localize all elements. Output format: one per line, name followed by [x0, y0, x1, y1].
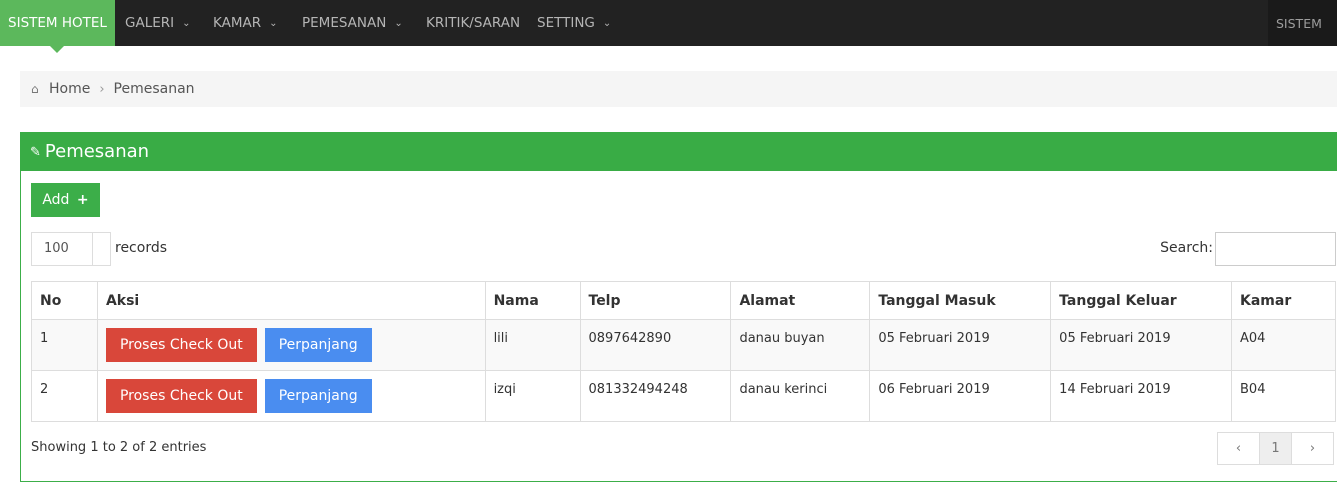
check-out-button[interactable]: Proses Check Out [105, 328, 257, 362]
table-row: 1 Proses Check Out Perpanjang lili 089764… [31, 319, 1336, 371]
panel-header: ✎ Pemesanan [20, 132, 1337, 171]
cell-kamar: A04 [1231, 319, 1336, 371]
cell-tanggal-keluar: 14 Februari 2019 [1050, 370, 1233, 422]
nav-label: PEMESANAN [302, 15, 387, 31]
nav-label: KRITIK/SARAN [426, 15, 521, 31]
edit-icon: ✎ [30, 145, 41, 160]
records-value: 100 [32, 233, 93, 265]
cell-kamar: B04 [1231, 370, 1336, 422]
entries-info: Showing 1 to 2 of 2 entries [31, 440, 207, 455]
records-label: records [115, 240, 168, 256]
nav-label: GALERI [125, 15, 175, 31]
add-button[interactable]: Add + [31, 183, 100, 217]
nav-item-setting[interactable]: SETTING ⌄ [537, 0, 611, 46]
column-header-kamar[interactable]: Kamar [1231, 281, 1336, 320]
pagination-next-icon[interactable]: › [1292, 433, 1333, 464]
chevron-down-icon: ⌄ [602, 18, 612, 29]
chevron-right-icon: › [99, 82, 105, 97]
cell-telp: 0897642890 [579, 319, 732, 371]
search-label: Search: [1160, 240, 1213, 256]
cell-alamat: danau buyan [730, 319, 871, 371]
check-out-button[interactable]: Proses Check Out [105, 379, 257, 413]
plus-icon: + [76, 192, 89, 208]
chevron-down-icon: ⌄ [269, 18, 278, 29]
nav-item-galeri[interactable]: GALERI ⌄ [125, 0, 191, 46]
chevron-down-icon: ⌄ [182, 18, 191, 29]
pagination-prev-icon[interactable]: ‹ [1218, 433, 1259, 464]
pemesanan-table: No Aksi Nama Telp Alamat Tanggal Masuk T… [31, 281, 1336, 422]
cell-tanggal-masuk: 06 Februari 2019 [869, 370, 1052, 422]
brand-link[interactable]: SISTEM HOTEL [0, 0, 115, 46]
add-button-label: Add [42, 192, 70, 208]
cell-nama: izqi [484, 370, 581, 422]
breadcrumb-current: Pemesanan [113, 81, 195, 97]
pemesanan-panel: ✎ Pemesanan Add + 100 records Search: No … [20, 132, 1337, 482]
cell-no: 2 [31, 370, 98, 422]
nav-item-sistem[interactable]: SISTEM [1268, 0, 1337, 46]
cell-nama: lili [484, 319, 581, 371]
nav-item-kamar[interactable]: KAMAR ⌄ [213, 0, 278, 46]
cell-tanggal-keluar: 05 Februari 2019 [1050, 319, 1233, 371]
column-header-nama[interactable]: Nama [484, 281, 581, 320]
nav-label: KAMAR [213, 15, 262, 31]
chevron-down-icon: ⌄ [394, 18, 403, 29]
breadcrumb: ⌂ Home › Pemesanan [20, 71, 1337, 107]
pagination-page[interactable]: 1 [1259, 433, 1292, 464]
cell-telp: 081332494248 [579, 370, 732, 422]
column-header-alamat[interactable]: Alamat [730, 281, 871, 320]
cell-alamat: danau kerinci [730, 370, 871, 422]
column-header-tanggal-keluar[interactable]: Tanggal Keluar [1050, 281, 1233, 320]
panel-title: Pemesanan [44, 141, 150, 162]
breadcrumb-home-link[interactable]: Home [49, 81, 90, 97]
column-header-no[interactable]: No [31, 281, 98, 320]
column-header-aksi[interactable]: Aksi [96, 281, 486, 320]
search-input[interactable] [1215, 232, 1336, 266]
cell-no: 1 [31, 319, 98, 371]
nav-item-kritik-saran[interactable]: KRITIK/SARAN [426, 0, 520, 46]
cell-aksi: Proses Check Out Perpanjang [96, 319, 486, 371]
table-header-row: No Aksi Nama Telp Alamat Tanggal Masuk T… [31, 281, 1336, 320]
pagination: ‹ 1 › [1217, 432, 1334, 465]
cell-tanggal-masuk: 05 Februari 2019 [869, 319, 1052, 371]
active-indicator [50, 46, 64, 53]
column-header-telp[interactable]: Telp [579, 281, 732, 320]
extend-button[interactable]: Perpanjang [264, 379, 372, 413]
cell-aksi: Proses Check Out Perpanjang [96, 370, 486, 422]
table-row: 2 Proses Check Out Perpanjang izqi 081332… [31, 370, 1336, 422]
column-header-tanggal-masuk[interactable]: Tanggal Masuk [869, 281, 1052, 320]
extend-button[interactable]: Perpanjang [264, 328, 372, 362]
top-navbar: SISTEM HOTEL GALERI ⌄ KAMAR ⌄ PEMESANAN ⌄ K… [0, 0, 1337, 53]
home-icon: ⌂ [31, 82, 39, 96]
records-per-page-select[interactable]: 100 [31, 232, 111, 266]
nav-label: SETTING [537, 15, 595, 31]
nav-item-pemesanan[interactable]: PEMESANAN ⌄ [302, 0, 403, 46]
